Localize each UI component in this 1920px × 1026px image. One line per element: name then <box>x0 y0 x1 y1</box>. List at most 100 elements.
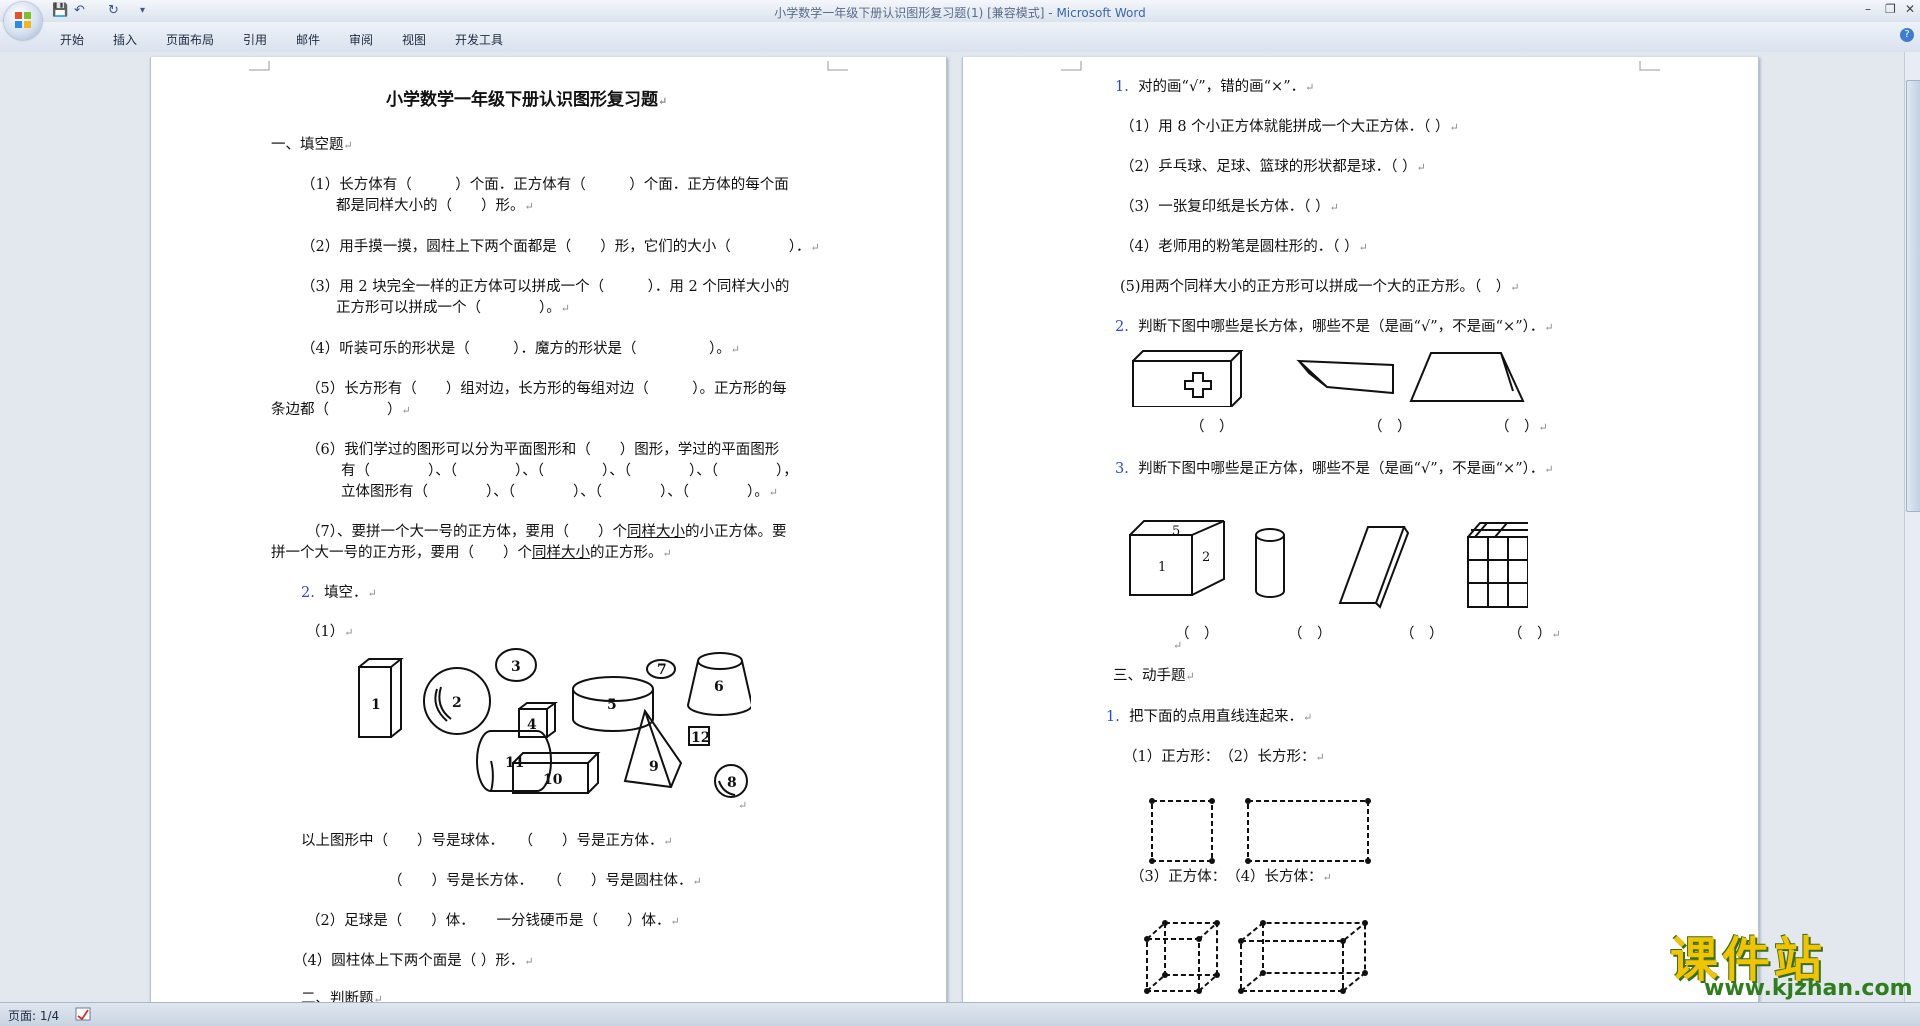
question-text: 的小正方体。要 <box>684 524 787 540</box>
cube-figures: 5 1 2 <box>1129 520 1528 609</box>
document-page-1[interactable]: 小学数学一年级下册认识图形复习题 ↵ 一、填空题↵ （1）长方体有（ ）个面．正方… <box>150 57 947 1002</box>
question-text: 填空． <box>324 585 368 601</box>
cube-face-label: 2 <box>1202 550 1210 565</box>
section-heading-fill: 一、填空题↵ <box>271 137 353 153</box>
document-title: 小学数学一年级下册认识图形复习题(1) [兼容模式] - <box>774 6 1053 20</box>
question-5-line-1: （5）长方形有（ ）组对边，长方形的每组对边（ ）。正方形的每 <box>306 381 787 397</box>
question-text: (5)用两个同样大小的正方形可以拼成一个大的正方形。（ ） <box>1120 279 1511 295</box>
dot-cube-cuboid <box>1144 920 1368 994</box>
help-icon[interactable]: ? <box>1900 28 1914 42</box>
tab-review[interactable]: 审阅 <box>349 31 373 48</box>
shape-label: 7 <box>657 662 667 678</box>
question-text: （3）一张复印纸是长方体．（ ） <box>1120 199 1330 215</box>
customize-toolbar-icon[interactable]: ▾ <box>140 5 145 16</box>
redo-icon[interactable]: ↻ <box>108 3 119 18</box>
question-text: （ ）号是长方体． （ ）号是圆柱体． <box>388 873 693 889</box>
judge-item-4: （4）老师用的粉笔是圆柱形的．（ ）↵ <box>1120 239 1368 255</box>
question-text: （7）、要拼一个大一号的正方体，要用（ ）个 <box>306 524 627 540</box>
fill-line-4: （4）圆柱体上下两个面是（ ）形．↵ <box>293 953 534 969</box>
close-button[interactable]: ✕ <box>1905 2 1915 16</box>
paragraph-mark: ↵ <box>738 799 748 812</box>
question-2: （2）用手摸一摸，圆柱上下两个面都是（ ）形，它们的大小（ ）．↵ <box>301 239 820 255</box>
judge-item-2: （2）乒乓球、足球、篮球的形状都是球．（ ）↵ <box>1120 159 1426 175</box>
question-3-line-1: （3）用 2 块完全一样的正方体可以拼成一个（ ）．用 2 个同样大小的 <box>301 279 790 295</box>
question-text: （4）听装可乐的形状是（ ）．魔方的形状是（ ）。 <box>301 341 731 357</box>
list-number: 2. <box>301 585 315 601</box>
restore-button[interactable]: ❐ <box>1885 2 1896 16</box>
office-button[interactable] <box>4 2 42 40</box>
question-text: 的正方形。 <box>590 545 663 561</box>
question-text: （4）老师用的粉笔是圆柱形的．（ ） <box>1120 239 1359 255</box>
hands-on-sub-2: （3）正方体： （4）长方体：↵ <box>1130 869 1332 885</box>
shape-label: 6 <box>714 679 724 695</box>
judge-3-blank-3: （ ） <box>1400 626 1444 642</box>
ribbon-tab-bar <box>0 22 1920 53</box>
watermark-url: www.kjzhan.com <box>1704 976 1913 1001</box>
cube-face-label: 1 <box>1158 560 1166 575</box>
margin-corner-mark <box>1639 61 1660 71</box>
judge-question-1: 1. 对的画“√”，错的画“×”．↵ <box>1115 79 1315 95</box>
vertical-scrollbar[interactable] <box>1904 52 1920 1002</box>
minimize-button[interactable]: – <box>1865 2 1871 16</box>
question-5-line-2: 条边都（ ）↵ <box>271 402 411 418</box>
question-text: 判断下图中哪些是正方体，哪些不是（是画“√”，不是画“×”）． <box>1138 461 1545 477</box>
list-number: 1. <box>1115 79 1129 95</box>
app-name: Microsoft Word <box>1056 6 1146 20</box>
cuboid-figures <box>1132 350 1525 407</box>
shape-label: 8 <box>727 775 737 791</box>
question-4: （4）听装可乐的形状是（ ）．魔方的形状是（ ）。↵ <box>301 341 740 357</box>
section-heading-text: 三、动手题 <box>1113 668 1186 684</box>
cube-face-label: 5 <box>1172 524 1180 539</box>
question-6-line-1: （6）我们学过的图形可以分为平面图形和（ ）图形，学过的平面图形 <box>306 442 780 458</box>
shape-label: 2 <box>452 695 462 711</box>
margin-corner-mark <box>249 61 270 71</box>
judge-3-blank-1: （ ） <box>1175 626 1219 642</box>
question-6-line-3: 立体图形有（ ）、（ ）、（ ）、（ ）。↵ <box>341 484 778 500</box>
judge-2-blank-3: （ ）↵ <box>1495 419 1548 435</box>
tab-home[interactable]: 开始 <box>60 31 84 48</box>
underlined-text: 同样大小 <box>626 524 685 540</box>
question-text: 对的画“√”，错的画“×”． <box>1138 79 1306 95</box>
tab-references[interactable]: 引用 <box>243 31 267 48</box>
section-heading-hands-on: 三、动手题↵ <box>1113 668 1195 684</box>
tab-view[interactable]: 视图 <box>402 31 426 48</box>
judge-2-blank-2: （ ） <box>1368 419 1412 435</box>
judge-item-3: （3）一张复印纸是长方体．（ ）↵ <box>1120 199 1339 215</box>
shape-label: 4 <box>527 717 537 733</box>
office-logo-icon <box>15 12 31 28</box>
question-3-line-2: 正方形可以拼成一个（ ）。↵ <box>336 300 570 316</box>
spelling-check-icon[interactable] <box>75 1007 91 1021</box>
shape-label: 3 <box>511 659 521 675</box>
question-text: （3）正方体： （4）长方体： <box>1130 869 1323 885</box>
page-indicator[interactable]: 页面: 1/4 <box>8 1007 59 1024</box>
question-7-line-2: 拼一个大一号的正方形，要用（ ）个同样大小的正方形。↵ <box>271 545 672 561</box>
question-1-line-1: （1）长方体有（ ）个面．正方体有（ ）个面．正方体的每个面 <box>301 177 789 193</box>
question-text: 判断下图中哪些是长方体，哪些不是（是画“√”，不是画“×”）． <box>1138 319 1545 335</box>
tab-insert[interactable]: 插入 <box>113 31 137 48</box>
save-icon[interactable]: 💾 <box>52 3 68 18</box>
question-text: 都是同样大小的（ ）形。 <box>336 198 525 214</box>
blank-text: （ ） <box>1495 419 1539 435</box>
tab-mailings[interactable]: 邮件 <box>296 31 320 48</box>
shape-label: 5 <box>607 697 617 713</box>
judge-3-blank-2: （ ） <box>1288 626 1332 642</box>
scrollbar-thumb[interactable] <box>1906 80 1920 512</box>
list-number: 1. <box>1106 709 1120 725</box>
judge-item-1: （1）用 8 个小正方体就能拼成一个大正方体．（ ）↵ <box>1120 119 1459 135</box>
judge-3-blank-4: （ ）↵ <box>1508 626 1561 642</box>
question-text: 正方形可以拼成一个（ ）。 <box>336 300 561 316</box>
section-heading-text: 二、判断题 <box>301 991 374 1002</box>
status-bar: 页面: 1/4 <box>0 1002 1920 1026</box>
undo-icon[interactable]: ↶ <box>74 3 85 18</box>
document-page-2[interactable]: 1. 对的画“√”，错的画“×”．↵ （1）用 8 个小正方体就能拼成一个大正方… <box>962 57 1759 1002</box>
list-number: 2. <box>1115 319 1129 335</box>
judge-question-3: 3. 判断下图中哪些是正方体，哪些不是（是画“√”，不是画“×”）．↵ <box>1115 461 1554 477</box>
tab-developer[interactable]: 开发工具 <box>455 31 503 48</box>
shape-label: 10 <box>543 772 563 788</box>
page-title-text: 小学数学一年级下册认识图形复习题 <box>386 90 658 110</box>
tab-page-layout[interactable]: 页面布局 <box>166 31 214 48</box>
question-text: （1）正方形： （2）长方形： <box>1123 749 1316 765</box>
question-text: （2）乒乓球、足球、篮球的形状都是球．（ ） <box>1120 159 1417 175</box>
question-text: 以上图形中（ ）号是球体． （ ）号是正方体． <box>301 833 664 849</box>
document-workspace: 小学数学一年级下册认识图形复习题 ↵ 一、填空题↵ （1）长方体有（ ）个面．正方… <box>0 52 1904 1002</box>
